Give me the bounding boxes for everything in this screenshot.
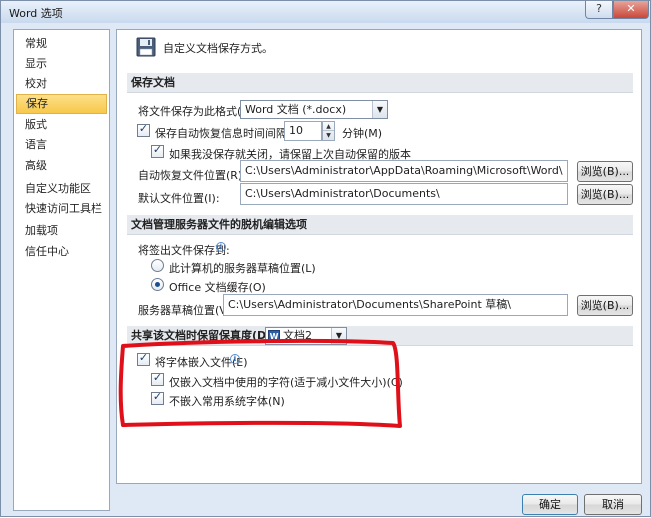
drafts-browse-button[interactable]: 浏览(B)... <box>577 295 633 316</box>
drafts-location-input[interactable]: C:\Users\Administrator\Documents\SharePo… <box>223 294 568 316</box>
office-cache-radio[interactable] <box>151 278 164 291</box>
chevron-down-icon[interactable]: ▼ <box>331 328 346 344</box>
autorecover-location-input[interactable]: C:\Users\Administrator\AppData\Roaming\M… <box>240 160 568 182</box>
no-common-fonts-label: 不嵌入常用系统字体(N) <box>169 395 285 408</box>
info-icon: i <box>230 354 240 364</box>
spin-down-icon[interactable]: ▼ <box>323 131 334 140</box>
panel-header-text: 自定义文档保存方式。 <box>163 42 273 55</box>
help-button[interactable]: ? <box>585 1 613 19</box>
window-title: Word 选项 <box>9 7 63 20</box>
office-cache-label: Office 文档缓存(O) <box>169 281 266 294</box>
format-label: 将文件保存为此格式(F): <box>138 105 256 118</box>
format-dropdown[interactable]: Word 文档 (*.docx) ▼ <box>240 100 388 119</box>
cancel-button[interactable]: 取消 <box>584 494 642 515</box>
autorecover-location-label: 自动恢复文件位置(R): <box>138 169 246 182</box>
format-dropdown-value: Word 文档 (*.docx) <box>245 103 347 116</box>
embed-fonts-checkbox[interactable]: ✓ <box>137 351 150 366</box>
minutes-spinner[interactable]: ▲ ▼ <box>322 121 335 141</box>
autorecover-browse-button[interactable]: 浏览(B)... <box>577 161 633 182</box>
section-save-documents: 保存文档 <box>127 73 633 93</box>
sidebar-item-general[interactable]: 常规 <box>16 34 107 54</box>
sidebar-item-language[interactable]: 语言 <box>16 135 107 155</box>
fidelity-label: 共享该文档时保留保真度(D): <box>131 329 276 342</box>
autorecover-label: 保存自动恢复信息时间间隔(A) <box>155 127 304 140</box>
check-icon: ✓ <box>152 390 163 403</box>
word-document-icon: W <box>268 330 280 343</box>
sidebar-item-advanced[interactable]: 高级 <box>16 156 107 176</box>
info-icon: i <box>216 242 226 252</box>
fidelity-document-dropdown[interactable]: W 文档2 ▼ <box>265 327 347 345</box>
minutes-label: 分钟(M) <box>342 127 383 140</box>
options-sidebar: 常规 显示 校对 保存 版式 语言 高级 自定义功能区 快速访问工具栏 加载项 … <box>13 29 110 511</box>
ok-button[interactable]: 确定 <box>522 494 578 515</box>
sidebar-item-save[interactable]: 保存 <box>16 94 107 114</box>
close-button[interactable]: ✕ <box>613 1 649 19</box>
section-offline-editing: 文档管理服务器文件的脱机编辑选项 <box>127 215 633 235</box>
spin-up-icon[interactable]: ▲ <box>323 122 334 131</box>
no-common-fonts-checkbox[interactable]: ✓ <box>151 390 164 405</box>
chevron-down-icon[interactable]: ▼ <box>372 101 387 118</box>
check-icon: ✓ <box>152 143 163 156</box>
sidebar-item-proofing[interactable]: 校对 <box>16 74 107 94</box>
check-icon: ✓ <box>138 122 149 135</box>
sidebar-item-quick-access-toolbar[interactable]: 快速访问工具栏 <box>16 199 107 219</box>
default-location-browse-button[interactable]: 浏览(B)... <box>577 184 633 205</box>
embed-used-chars-checkbox[interactable]: ✓ <box>151 371 164 386</box>
server-drafts-label: 此计算机的服务器草稿位置(L) <box>169 262 316 275</box>
sidebar-item-customize-ribbon[interactable]: 自定义功能区 <box>16 179 107 199</box>
check-icon: ✓ <box>152 371 163 384</box>
floppy-disk-icon <box>136 37 156 57</box>
drafts-location-label: 服务器草稿位置(V): <box>138 304 235 317</box>
sidebar-item-display[interactable]: 显示 <box>16 54 107 74</box>
autorecover-minutes-input[interactable]: 10 <box>284 121 322 141</box>
word-options-dialog: Word 选项 ? ✕ 常规 显示 校对 保存 版式 语言 高级 自定义功能区 … <box>0 0 651 517</box>
check-icon: ✓ <box>138 351 149 364</box>
embed-used-chars-label: 仅嵌入文档中使用的字符(适于减小文件大小)(C) <box>169 376 403 389</box>
keep-last-version-checkbox[interactable]: ✓ <box>151 143 164 158</box>
default-location-label: 默认文件位置(I): <box>138 192 220 205</box>
save-options-panel: 自定义文档保存方式。 保存文档 将文件保存为此格式(F): Word 文档 (*… <box>116 29 642 484</box>
fidelity-document-value: 文档2 <box>283 329 312 342</box>
sidebar-item-add-ins[interactable]: 加载项 <box>16 221 107 241</box>
sidebar-item-trust-center[interactable]: 信任中心 <box>16 242 107 262</box>
title-bar[interactable]: Word 选项 ? ✕ <box>1 1 650 23</box>
autorecover-checkbox[interactable]: ✓ <box>137 122 150 137</box>
default-location-input[interactable]: C:\Users\Administrator\Documents\ <box>240 183 568 205</box>
section-fidelity: 共享该文档时保留保真度(D): <box>127 326 633 346</box>
sidebar-item-layout[interactable]: 版式 <box>16 115 107 135</box>
server-drafts-radio[interactable] <box>151 259 164 272</box>
